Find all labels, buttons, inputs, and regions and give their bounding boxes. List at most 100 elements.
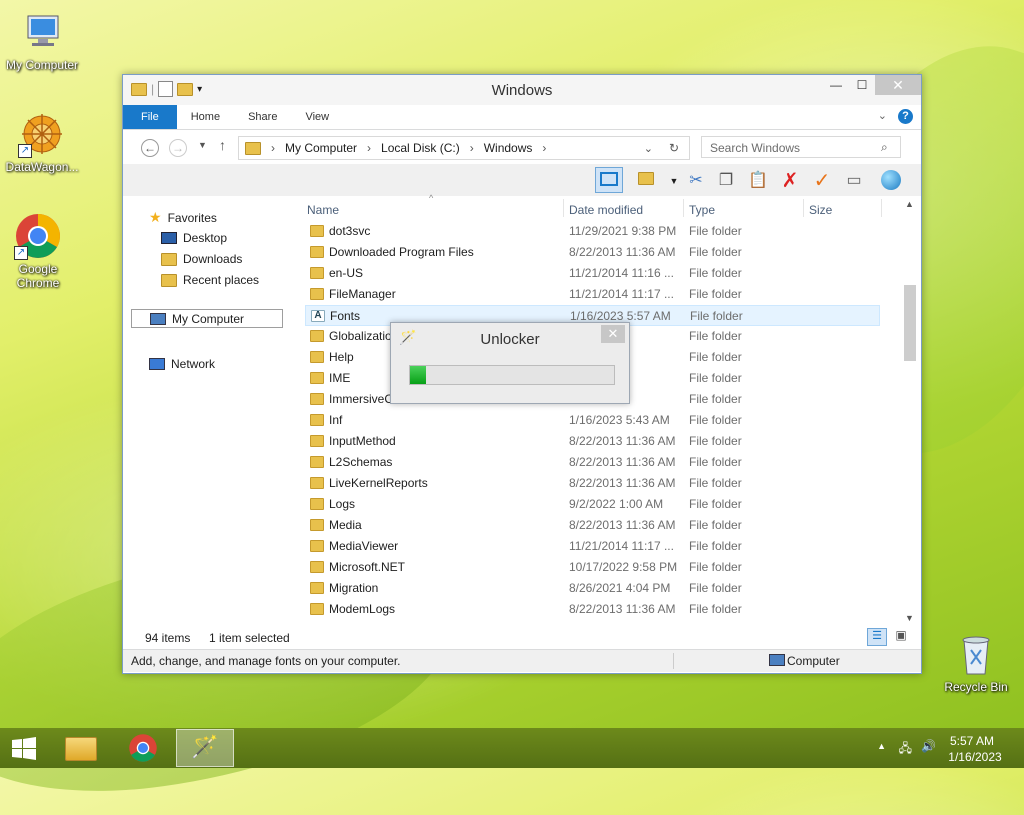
- show-hidden-icons-icon[interactable]: ▲: [877, 741, 886, 751]
- start-button[interactable]: [0, 729, 48, 767]
- row-type: File folder: [689, 497, 742, 511]
- folder-options-dropdown-icon[interactable]: ▼: [663, 170, 685, 192]
- globe-icon[interactable]: [881, 170, 903, 192]
- column-header-type[interactable]: Type: [689, 203, 715, 217]
- table-row[interactable]: L2Schemas 8/22/2013 11:36 AM File folder: [305, 452, 880, 473]
- recent-locations-icon[interactable]: ▼: [198, 140, 207, 150]
- up-button[interactable]: ↑: [219, 137, 226, 153]
- table-row[interactable]: Migration 8/26/2021 4:04 PM File folder: [305, 578, 880, 599]
- taskbar-file-explorer[interactable]: [52, 729, 110, 767]
- table-row[interactable]: MediaViewer 11/21/2014 11:17 ... File fold…: [305, 536, 880, 557]
- nav-recent-places[interactable]: Recent places: [161, 273, 259, 287]
- row-type: File folder: [689, 350, 742, 364]
- taskbar-unlocker[interactable]: 🪄: [176, 729, 234, 767]
- taskbar-chrome[interactable]: [114, 729, 172, 767]
- address-box[interactable]: › My Computer › Local Disk (C:) › Window…: [238, 136, 690, 160]
- network-tray-icon[interactable]: 🖧: [899, 739, 912, 760]
- desktop-icon-google-chrome[interactable]: ↗ Google Chrome: [0, 212, 76, 290]
- paste-icon[interactable]: 📋: [747, 170, 769, 192]
- details-view-icon[interactable]: ☰: [867, 628, 887, 646]
- vertical-scrollbar[interactable]: ▲ ▼: [901, 199, 917, 623]
- row-date: 8/22/2013 11:36 AM: [569, 245, 676, 259]
- table-row[interactable]: en-US 11/21/2014 11:16 ... File folder: [305, 263, 880, 284]
- large-icons-view-icon[interactable]: ▣: [891, 628, 911, 646]
- clock-time[interactable]: 5:57 AM: [942, 734, 1002, 748]
- nav-downloads[interactable]: Downloads: [161, 252, 242, 266]
- datawagon-icon: ↗: [18, 110, 66, 158]
- table-row[interactable]: Inf 1/16/2023 5:43 AM File folder: [305, 410, 880, 431]
- forward-button[interactable]: →: [169, 139, 187, 157]
- table-row[interactable]: ModemLogs 8/22/2013 11:36 AM File folder: [305, 599, 880, 620]
- nav-network[interactable]: Network: [149, 357, 215, 371]
- folder-options-icon[interactable]: [635, 170, 657, 192]
- folder-icon: [310, 477, 324, 489]
- folder-icon: [310, 603, 324, 615]
- minimize-button[interactable]: —: [823, 75, 849, 95]
- clock-date[interactable]: 1/16/2023: [942, 750, 1008, 764]
- row-type: File folder: [689, 434, 742, 448]
- ribbon-tabs: File Home Share View ⌄ ?: [123, 105, 921, 130]
- preview-pane-icon[interactable]: [595, 167, 623, 193]
- title-bar[interactable]: | ▾ Windows — ☐ ✕: [123, 75, 921, 105]
- rename-icon[interactable]: ▭: [843, 170, 865, 192]
- nav-my-computer[interactable]: My Computer: [131, 309, 283, 328]
- back-button[interactable]: ←: [141, 139, 159, 157]
- table-row[interactable]: Logs 9/2/2022 1:00 AM File folder: [305, 494, 880, 515]
- progress-fill: [410, 366, 427, 384]
- desktop-icon-label: DataWagon...: [5, 160, 79, 174]
- cut-icon[interactable]: ✂: [685, 170, 707, 192]
- breadcrumb-local-disk[interactable]: Local Disk (C:): [381, 141, 460, 155]
- expand-ribbon-icon[interactable]: ⌄: [878, 109, 887, 122]
- table-row[interactable]: LiveKernelReports 8/22/2013 11:36 AM File …: [305, 473, 880, 494]
- scroll-up-icon[interactable]: ▲: [905, 199, 914, 209]
- row-name: Downloaded Program Files: [329, 245, 474, 259]
- row-type: File folder: [689, 266, 742, 280]
- scroll-down-icon[interactable]: ▼: [905, 613, 914, 623]
- row-date: 1/16/2023 5:57 AM: [570, 309, 671, 323]
- delete-icon[interactable]: ✗: [779, 170, 801, 192]
- maximize-button[interactable]: ☐: [849, 75, 875, 95]
- row-name: LiveKernelReports: [329, 476, 428, 490]
- command-toolbar: ▼ ✂ ❐ 📋 ✗ ✓ ▭: [123, 164, 921, 196]
- breadcrumb-windows[interactable]: Windows: [484, 141, 533, 155]
- column-header-name[interactable]: Name: [307, 203, 339, 217]
- breadcrumb-my-computer[interactable]: My Computer: [285, 141, 357, 155]
- row-date: 11/21/2014 11:17 ...: [569, 287, 674, 301]
- help-button[interactable]: ?: [898, 109, 913, 124]
- row-name: ModemLogs: [329, 602, 396, 616]
- table-row[interactable]: InputMethod 8/22/2013 11:36 AM File folder: [305, 431, 880, 452]
- downloads-icon: [161, 252, 177, 266]
- close-button[interactable]: ✕: [875, 75, 921, 95]
- row-name: Help: [329, 350, 354, 364]
- table-row[interactable]: dot3svc 11/29/2021 9:38 PM File folder: [305, 221, 880, 242]
- volume-icon[interactable]: 🔊: [921, 739, 936, 753]
- table-row[interactable]: Media 8/22/2013 11:36 AM File folder: [305, 515, 880, 536]
- dialog-close-button[interactable]: ✕: [601, 325, 625, 343]
- table-row[interactable]: Downloaded Program Files 8/22/2013 11:36 …: [305, 242, 880, 263]
- desktop-icon-recycle-bin[interactable]: Recycle Bin: [934, 630, 1018, 694]
- desktop-icon-my-computer[interactable]: My Computer: [0, 8, 84, 72]
- scrollbar-thumb[interactable]: [904, 285, 916, 361]
- refresh-icon[interactable]: ↻: [669, 141, 679, 155]
- desktop-icon: [161, 232, 177, 244]
- file-explorer-icon: [65, 737, 97, 761]
- address-dropdown-icon[interactable]: ⌄: [644, 142, 653, 155]
- tab-home[interactable]: Home: [177, 105, 234, 129]
- folder-icon: [310, 561, 324, 573]
- tab-view[interactable]: View: [291, 105, 343, 129]
- table-row[interactable]: Microsoft.NET 10/17/2022 9:58 PM File fold…: [305, 557, 880, 578]
- desktop-icon-datawagon[interactable]: ↗ DataWagon...: [0, 110, 84, 174]
- nav-favorites[interactable]: ★ Favorites: [149, 209, 217, 226]
- table-row[interactable]: FileManager 11/21/2014 11:17 ... File fold…: [305, 284, 880, 305]
- search-input[interactable]: Search Windows: [701, 136, 901, 158]
- copy-icon[interactable]: ❐: [715, 170, 737, 192]
- column-header-date[interactable]: Date modified: [569, 203, 643, 217]
- column-header-size[interactable]: Size: [809, 203, 832, 217]
- row-name: Media: [329, 518, 362, 532]
- row-date: 8/22/2013 11:36 AM: [569, 455, 676, 469]
- nav-desktop[interactable]: Desktop: [161, 231, 227, 245]
- check-icon[interactable]: ✓: [811, 170, 833, 192]
- folder-icon: [310, 519, 324, 531]
- tab-share[interactable]: Share: [234, 105, 291, 129]
- tab-file[interactable]: File: [123, 105, 177, 129]
